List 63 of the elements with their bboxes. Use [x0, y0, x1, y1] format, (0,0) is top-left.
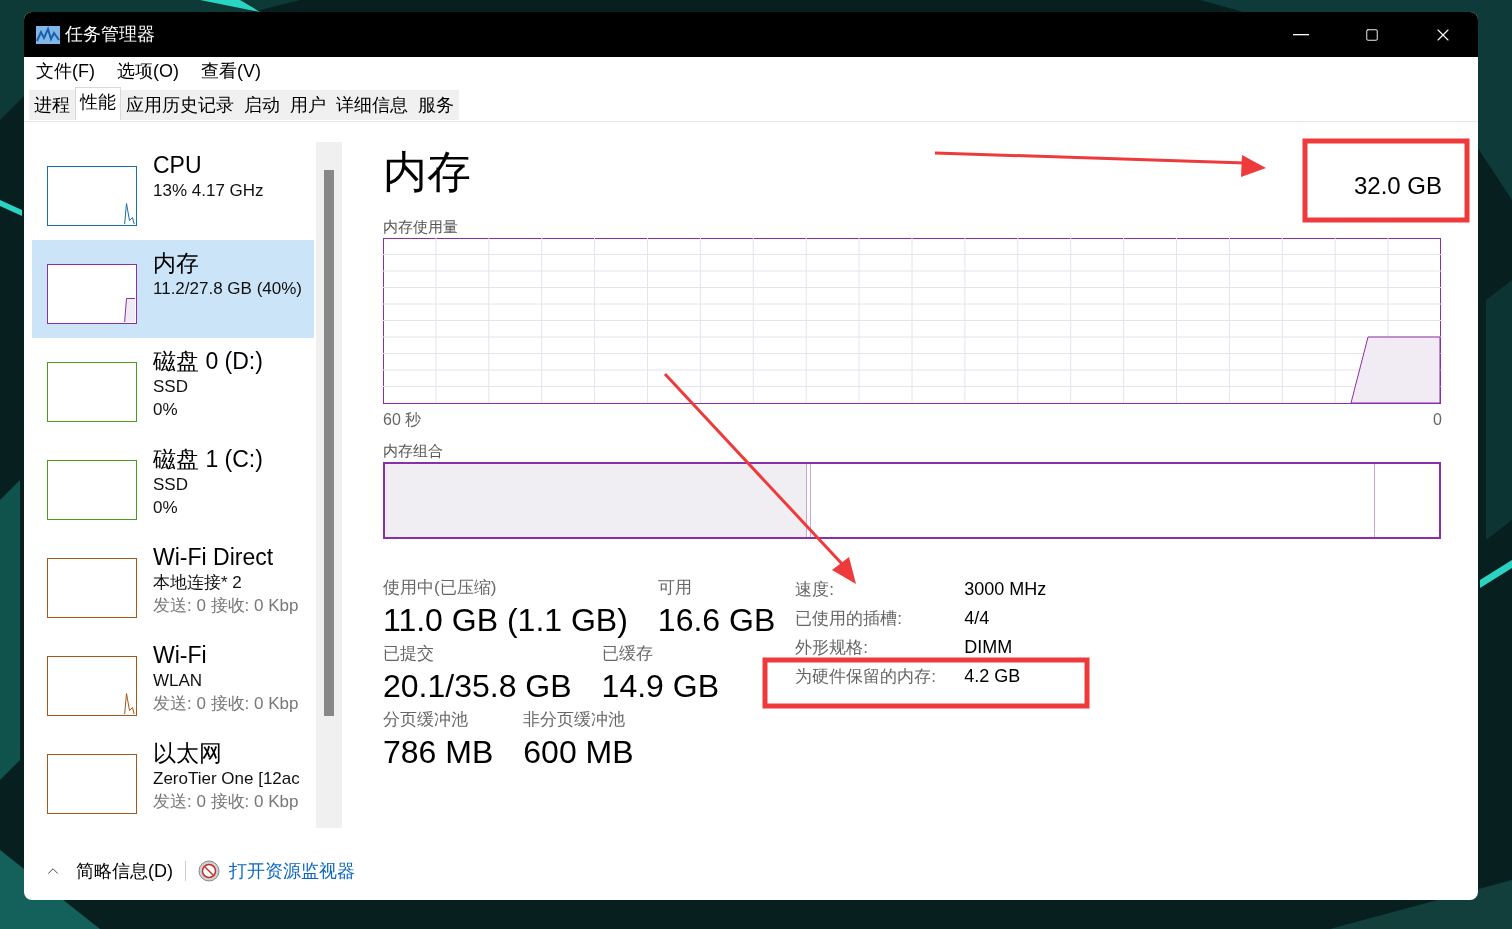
item-subtitle: 本地连接* 2 — [153, 572, 243, 594]
item-subtitle: WLAN — [153, 670, 204, 692]
item-subtitle: 11.2/27.8 GB (40%) — [153, 278, 302, 300]
stat-value: 14.9 GB — [601, 667, 719, 706]
item-usage: 0% — [153, 497, 179, 519]
item-subtitle: 13% 4.17 GHz — [153, 180, 264, 202]
detail-value: 4/4 — [964, 607, 990, 630]
item-title: Wi-Fi Direct — [153, 543, 275, 572]
item-subtitle: ZeroTier One [12ac — [153, 768, 300, 790]
item-traffic: 发送: 0 接收: 0 Kbp — [153, 791, 300, 813]
fewer-details-button[interactable]: 简略信息(D) — [44, 857, 173, 885]
menu-item[interactable]: 文件(F) — [36, 58, 95, 85]
stat-label: 已提交 — [383, 643, 435, 665]
stat-value: 20.1/35.8 GB — [383, 667, 572, 706]
total-memory: 32.0 GB — [1353, 171, 1442, 201]
minimize-icon — [1292, 33, 1309, 36]
stat-label: 使用中(已压缩) — [383, 577, 498, 599]
detail-value: DIMM — [964, 636, 1013, 659]
item-title: CPU — [153, 151, 203, 180]
stat-value: 16.6 GB — [657, 601, 776, 640]
item-usage: 0% — [153, 399, 179, 421]
item-title: 磁盘 0 (D:) — [153, 347, 263, 376]
graph-label: 内存使用量 — [383, 218, 459, 236]
panel-title: 内存 — [383, 146, 471, 198]
item-traffic: 发送: 0 接收: 0 Kbp — [153, 693, 299, 715]
stat-label: 已缓存 — [601, 643, 654, 665]
tab[interactable]: 进程 — [29, 90, 75, 120]
item-title: 磁盘 1 (C:) — [153, 445, 263, 474]
tab[interactable]: 服务 — [413, 90, 459, 120]
tab[interactable]: 性能 — [75, 87, 121, 120]
scrollbar-thumb[interactable] — [324, 170, 334, 716]
stat-label: 可用 — [657, 577, 693, 599]
item-title: 内存 — [153, 249, 200, 278]
axis-label: 0 — [1433, 410, 1442, 430]
stat-label: 非分页缓冲池 — [523, 709, 627, 731]
item-title: Wi-Fi — [153, 641, 208, 670]
item-title: 以太网 — [153, 739, 223, 768]
app-icon — [36, 25, 60, 44]
menu-item[interactable]: 选项(O) — [117, 58, 179, 85]
menu-item[interactable]: 查看(V) — [201, 58, 261, 85]
item-subtitle: SSD — [153, 474, 189, 496]
tab[interactable]: 应用历史记录 — [121, 90, 239, 120]
stat-value: 786 MB — [383, 733, 494, 772]
stat-value: 600 MB — [523, 733, 634, 772]
maximize-icon — [1364, 27, 1379, 42]
detail-label: 外形规格: — [795, 636, 869, 659]
item-subtitle: SSD — [153, 376, 189, 398]
tab[interactable]: 详细信息 — [331, 90, 413, 120]
sidebar-item[interactable]: 内存 11.2/27.8 GB (40%) — [32, 240, 314, 338]
detail-value: 3000 MHz — [964, 578, 1047, 601]
stat-value: 11.0 GB (1.1 GB) — [383, 601, 628, 640]
detail-label: 已使用的插槽: — [795, 607, 903, 630]
detail-value: 4.2 GB — [964, 665, 1021, 688]
stat-label: 分页缓冲池 — [383, 709, 469, 731]
item-traffic: 发送: 0 接收: 0 Kbp — [153, 595, 299, 617]
resource-monitor-link[interactable]: 打开资源监视器 — [229, 857, 355, 885]
window-title: 任务管理器 — [65, 23, 155, 46]
tab[interactable]: 启动 — [239, 90, 285, 120]
detail-label: 为硬件保留的内存: — [795, 665, 937, 688]
composition-label: 内存组合 — [383, 442, 444, 460]
axis-label: 60 秒 — [383, 410, 422, 430]
detail-label: 速度: — [795, 578, 835, 601]
tab[interactable]: 用户 — [285, 90, 331, 120]
